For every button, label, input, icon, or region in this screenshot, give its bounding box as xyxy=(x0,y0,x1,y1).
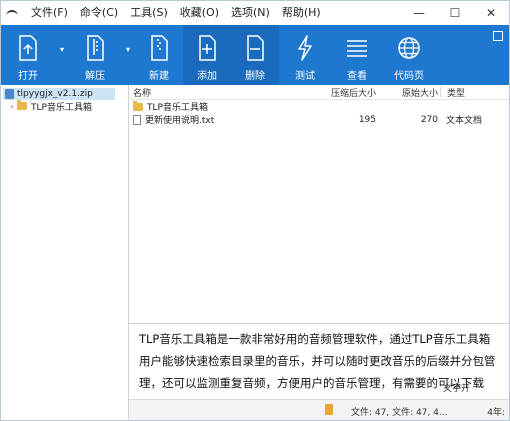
extract-button[interactable]: 解压 xyxy=(69,25,121,85)
text-file-icon xyxy=(133,114,141,125)
chevron-right-icon[interactable]: › xyxy=(7,102,17,111)
folder-icon xyxy=(133,100,143,111)
add-button[interactable]: 添加 xyxy=(183,25,231,85)
maximize-button[interactable]: ☐ xyxy=(437,1,473,25)
status-right-text: 4年: xyxy=(487,408,505,418)
file-compressed-size: 195 xyxy=(358,114,376,125)
status-text: 文件: 47, 文件: 47, 4... xyxy=(351,408,448,418)
new-button[interactable]: 新建 xyxy=(135,25,183,85)
extract-dropdown[interactable]: ▾ xyxy=(121,25,135,85)
add-file-icon xyxy=(193,33,221,63)
app-icon xyxy=(5,6,19,20)
layout-toggle-icon[interactable] xyxy=(493,31,503,41)
new-archive-icon xyxy=(145,33,173,63)
menu-tools[interactable]: 工具(S) xyxy=(124,1,174,25)
window-controls: — ☐ ✕ xyxy=(401,1,509,25)
file-name: 更新使用说明.txt xyxy=(145,116,215,126)
tree-root-label: tlpyygjx_v2.1.zip xyxy=(17,89,93,99)
folder-icon xyxy=(17,100,27,110)
table-row[interactable]: 更新使用说明.txt 195 270 文本文档 xyxy=(130,113,509,126)
globe-icon xyxy=(395,33,423,63)
open-icon xyxy=(14,33,42,63)
column-name[interactable]: 名称 xyxy=(130,86,312,99)
minimize-button[interactable]: — xyxy=(401,1,437,25)
zip-icon xyxy=(5,89,14,99)
column-header: 名称 压缩后大小 原始大小 类型 xyxy=(130,85,509,100)
table-row[interactable]: TLP音乐工具箱 xyxy=(130,100,509,113)
open-button[interactable]: 打开 xyxy=(1,25,55,85)
chevron-down-icon: ▾ xyxy=(59,45,64,54)
folder-tree: tlpyygjx_v2.1.zip › TLP音乐工具箱 xyxy=(1,85,129,419)
view-button[interactable]: 查看 xyxy=(331,25,383,85)
tree-item-root[interactable]: tlpyygjx_v2.1.zip xyxy=(3,88,115,100)
menu-favorites[interactable]: 收藏(O) xyxy=(174,1,225,25)
list-icon xyxy=(343,33,371,63)
status-bar: 文件: 47, 文件: 47, 4... 4年: xyxy=(129,399,509,420)
tree-child-label: TLP音乐工具箱 xyxy=(31,102,92,113)
file-list: 名称 压缩后大小 原始大小 类型 TLP音乐工具箱 更新使用说明.txt 195… xyxy=(130,85,509,323)
column-original[interactable]: 原始大小 xyxy=(378,86,440,99)
delete-file-icon xyxy=(241,33,269,63)
watermark-text: 文字开 xyxy=(443,384,471,394)
codepage-button[interactable]: 代码页 xyxy=(383,25,435,85)
delete-button[interactable]: 删除 xyxy=(231,25,279,85)
file-type: 文本文档 xyxy=(446,116,483,126)
menu-help[interactable]: 帮助(H) xyxy=(276,1,327,25)
archive-status-icon xyxy=(325,404,333,415)
toolbar: 打开 ▾ 解压 ▾ 新建 添加 删除 测试 查看 代码页 xyxy=(1,25,509,85)
menu-options[interactable]: 选项(N) xyxy=(225,1,276,25)
close-button[interactable]: ✕ xyxy=(473,1,509,25)
file-original-size: 270 xyxy=(420,114,438,125)
lightning-icon xyxy=(291,33,319,63)
open-dropdown[interactable]: ▾ xyxy=(55,25,69,85)
file-name: TLP音乐工具箱 xyxy=(147,103,208,113)
archive-window: 文件(F) 命令(C) 工具(S) 收藏(O) 选项(N) 帮助(H) — ☐ … xyxy=(0,0,510,421)
menu-file[interactable]: 文件(F) xyxy=(25,1,74,25)
column-compressed[interactable]: 压缩后大小 xyxy=(312,86,378,99)
tree-item-folder[interactable]: › TLP音乐工具箱 xyxy=(1,100,128,113)
chevron-down-icon: ▾ xyxy=(125,45,130,54)
column-type[interactable]: 类型 xyxy=(441,86,501,99)
menu-command[interactable]: 命令(C) xyxy=(74,1,124,25)
menu-bar: 文件(F) 命令(C) 工具(S) 收藏(O) 选项(N) 帮助(H) xyxy=(25,1,327,25)
extract-icon xyxy=(81,33,109,63)
title-menu-bar: 文件(F) 命令(C) 工具(S) 收藏(O) 选项(N) 帮助(H) — ☐ … xyxy=(1,1,509,25)
test-button[interactable]: 测试 xyxy=(279,25,331,85)
